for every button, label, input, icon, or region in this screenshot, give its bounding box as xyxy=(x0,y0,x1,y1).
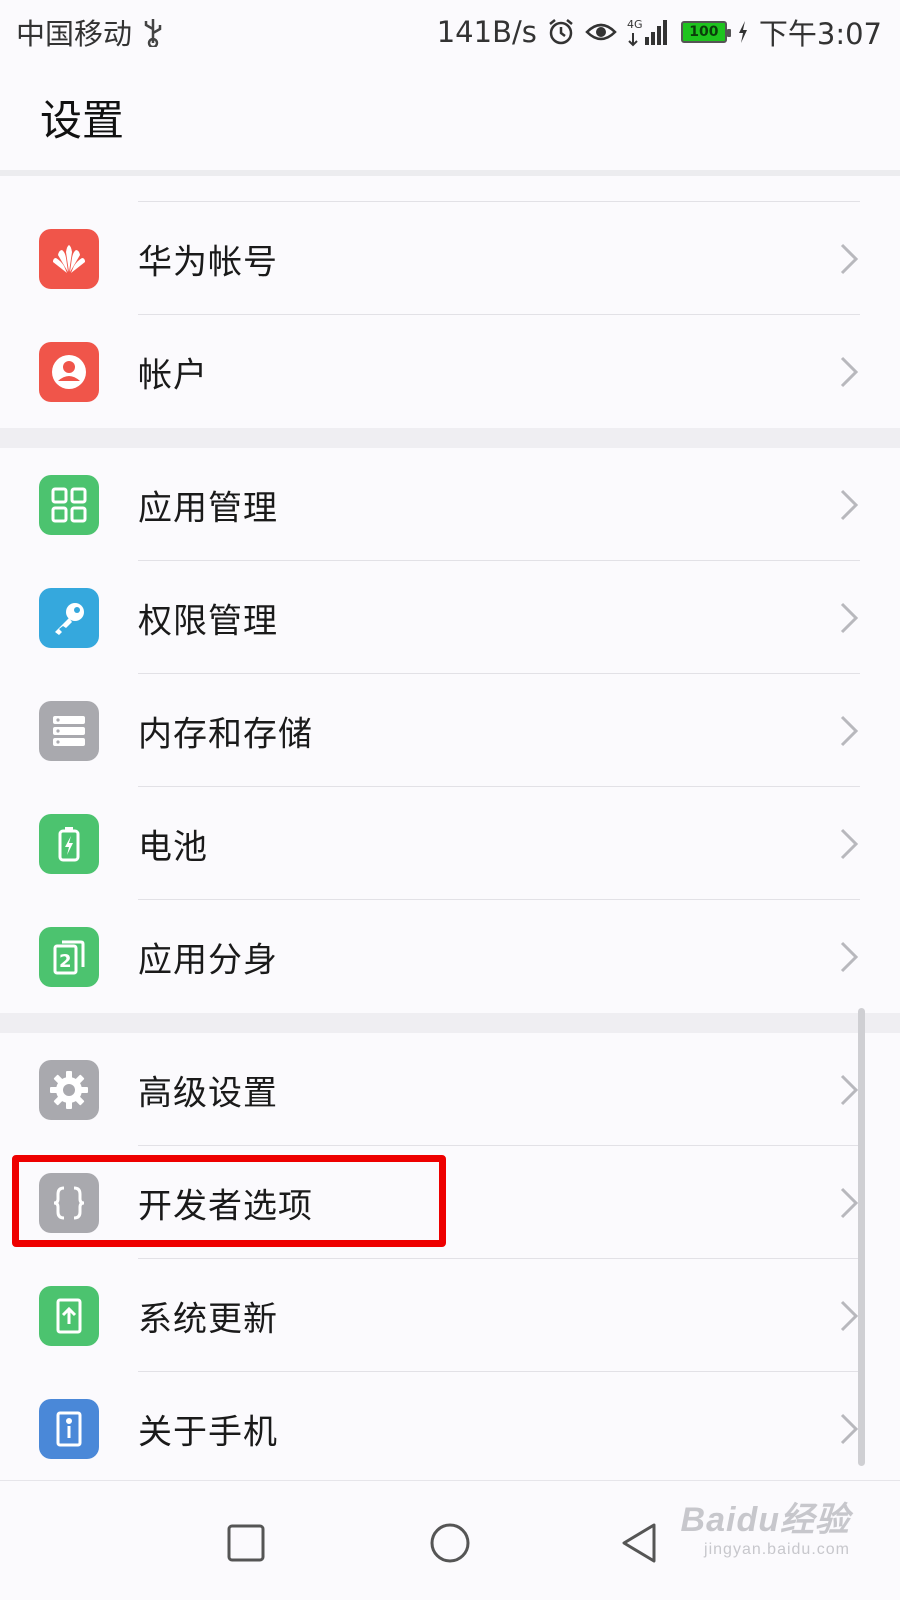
back-button[interactable] xyxy=(600,1503,680,1583)
charging-icon xyxy=(737,20,749,44)
system-update-icon xyxy=(39,1285,99,1346)
chevron-right-icon xyxy=(840,1187,859,1218)
chevron-right-icon xyxy=(840,715,859,746)
settings-item-app-twin[interactable]: 2 应用分身 xyxy=(0,900,900,1013)
settings-item-label: 帐户 xyxy=(138,355,208,395)
settings-item-label: 关于手机 xyxy=(138,1412,278,1452)
settings-item-label: 权限管理 xyxy=(138,601,278,641)
chevron-right-icon xyxy=(840,602,859,633)
info-icon xyxy=(39,1398,99,1459)
signal-icon: 4G xyxy=(627,17,671,47)
settings-item-huawei-account[interactable]: 华为帐号 xyxy=(0,202,900,315)
settings-group-system: 高级设置 开发者选项 系统更新 关于手机 xyxy=(0,1033,900,1485)
watermark-url: jingyan.baidu.com xyxy=(704,1541,850,1558)
chevron-right-icon xyxy=(840,1074,859,1105)
settings-item-permissions[interactable]: 权限管理 xyxy=(0,561,900,674)
huawei-logo-icon xyxy=(39,228,99,289)
circle-icon xyxy=(430,1523,470,1563)
settings-item-label: 内存和存储 xyxy=(138,714,313,754)
settings-item-label: 华为帐号 xyxy=(138,242,278,282)
settings-item-label: 电池 xyxy=(138,827,208,867)
settings-item-label: 应用分身 xyxy=(138,940,278,980)
carrier-name: 中国移动 xyxy=(16,17,133,51)
gear-icon xyxy=(39,1059,99,1120)
settings-group-account: 华为帐号 帐户 xyxy=(0,176,900,428)
chevron-right-icon xyxy=(840,828,859,859)
settings-item-label: 系统更新 xyxy=(138,1299,278,1339)
watermark: Baidu经验 jingyan.baidu.com xyxy=(681,1492,850,1559)
group-gap xyxy=(0,428,900,448)
scrollbar[interactable] xyxy=(858,1008,865,1466)
usb-icon xyxy=(142,17,164,47)
settings-item-accounts[interactable]: 帐户 xyxy=(0,315,900,428)
settings-item-label: 高级设置 xyxy=(138,1073,278,1113)
settings-item-system-update[interactable]: 系统更新 xyxy=(0,1259,900,1372)
storage-icon xyxy=(39,700,99,761)
chevron-right-icon xyxy=(840,243,859,274)
alarm-icon xyxy=(547,18,575,46)
settings-item-app-management[interactable]: 应用管理 xyxy=(0,448,900,561)
settings-item-battery[interactable]: 电池 xyxy=(0,787,900,900)
chevron-right-icon xyxy=(840,1413,859,1444)
back-triangle-icon xyxy=(622,1523,656,1563)
battery-indicator: 100 xyxy=(680,21,731,43)
battery-icon xyxy=(39,813,99,874)
svg-text:2: 2 xyxy=(59,951,72,972)
settings-group-apps: 应用管理 权限管理 内存和存储 电池 2 应用分身 xyxy=(0,448,900,1013)
battery-level: 100 xyxy=(689,24,719,40)
recent-apps-button[interactable] xyxy=(206,1503,286,1583)
chevron-right-icon xyxy=(840,941,859,972)
chevron-right-icon xyxy=(840,356,859,387)
status-bar: 中国移动 141B/s 4G 100 下午3:07 xyxy=(0,0,900,64)
network-type-label: 4G xyxy=(627,18,643,31)
settings-item-about-phone[interactable]: 关于手机 xyxy=(0,1372,900,1485)
chevron-right-icon xyxy=(840,1300,859,1331)
header: 设置 xyxy=(0,64,900,170)
eye-comfort-icon xyxy=(585,20,617,44)
clock: 下午3:07 xyxy=(758,17,882,51)
page-title: 设置 xyxy=(40,95,125,145)
group-gap xyxy=(0,1013,900,1033)
settings-item-storage[interactable]: 内存和存储 xyxy=(0,674,900,787)
watermark-brand: Baidu经验 xyxy=(680,1501,850,1539)
user-icon xyxy=(39,341,99,402)
settings-item-advanced[interactable]: 高级设置 xyxy=(0,1033,900,1146)
square-icon xyxy=(227,1524,265,1562)
chevron-right-icon xyxy=(840,489,859,520)
net-speed: 141B/s xyxy=(436,15,537,49)
home-button[interactable] xyxy=(410,1503,490,1583)
highlight-box xyxy=(12,1155,446,1247)
apps-grid-icon xyxy=(39,474,99,535)
settings-item-label: 应用管理 xyxy=(138,488,278,528)
app-twin-icon: 2 xyxy=(39,926,99,987)
key-icon xyxy=(39,587,99,648)
